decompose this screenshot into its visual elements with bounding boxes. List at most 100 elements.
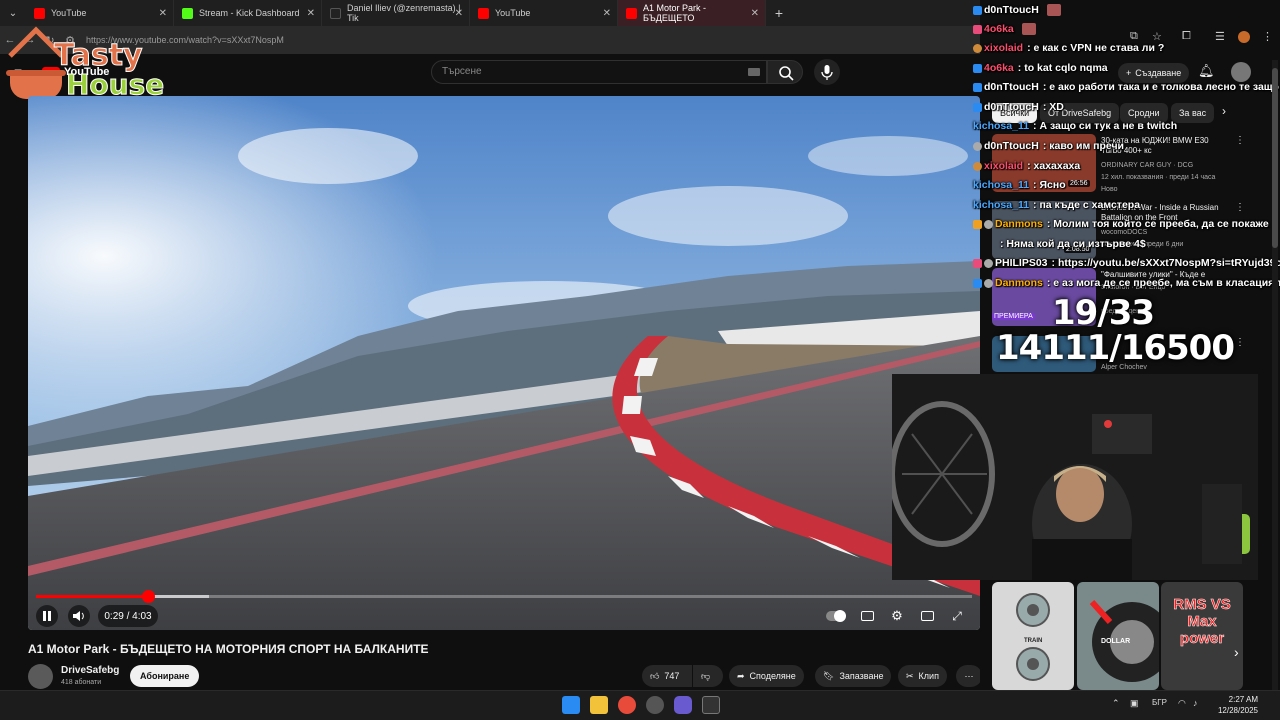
save-button[interactable]: 🔖︎ Запазване [815, 665, 892, 687]
youtube-favicon-icon [478, 7, 489, 19]
reco-more-icon[interactable]: ⋮ [1235, 135, 1245, 146]
chip-for-you[interactable]: За вас [1171, 103, 1215, 123]
chat-user: 4o6ka [984, 23, 1014, 35]
chevron-right-icon[interactable]: › [1234, 644, 1239, 660]
kebab-menu-icon[interactable]: ⋮ [1262, 30, 1273, 43]
keyboard-icon[interactable] [748, 68, 760, 76]
profile-avatar[interactable] [1238, 31, 1250, 43]
bell-icon[interactable]: 🔔︎ [1198, 63, 1215, 79]
more-horizontal-icon: ⋯ [964, 670, 974, 681]
channel-avatar[interactable] [28, 664, 53, 689]
subtitles-button[interactable] [856, 605, 878, 627]
fullscreen-button[interactable]: ⤢ [946, 605, 968, 627]
wifi-icon[interactable]: ◠ [1178, 698, 1186, 709]
language-indicator[interactable]: БГР [1152, 698, 1167, 707]
progress-bar[interactable] [36, 590, 972, 603]
voice-search-button[interactable] [814, 59, 840, 85]
volume-button[interactable] [68, 605, 90, 627]
miniplayer-button[interactable] [916, 605, 938, 627]
short-thumbnail[interactable]: TRAIN [992, 582, 1074, 690]
chat-message: d0nTtoucH: XD [973, 99, 1064, 115]
short-label: RMS VS Max power [1173, 596, 1231, 648]
channel-name[interactable]: DriveSafebg [61, 665, 119, 676]
close-tab-icon[interactable]: ✕ [307, 8, 315, 19]
chat-message: 4o6ka [973, 21, 1036, 37]
like-button[interactable]: 👍︎ 747 [642, 665, 692, 687]
extensions-icon[interactable]: ⧠ [1182, 30, 1191, 43]
file-explorer-icon[interactable] [590, 696, 608, 714]
browser-tab[interactable]: Stream - Kick Dashboard ✕ [174, 0, 322, 26]
share-button[interactable]: ➦ Споделяне [729, 665, 804, 687]
chat-text: : XD [1042, 101, 1064, 113]
chat-user: Danmons [995, 218, 1043, 230]
obs-icon[interactable] [646, 696, 664, 714]
tiktok-favicon-icon [330, 7, 341, 19]
more-actions-button[interactable]: ⋯ [956, 665, 982, 687]
video-player[interactable] [28, 96, 980, 630]
buffered-bar [148, 595, 210, 598]
badge-icon [984, 278, 993, 288]
emote-icon [1021, 23, 1036, 35]
discord-icon[interactable] [674, 696, 692, 714]
badge-icon [973, 278, 982, 288]
browser-tab[interactable]: YouTube ✕ [470, 0, 618, 26]
pause-button[interactable] [36, 605, 58, 627]
tire-icon [1089, 599, 1159, 682]
scrollbar-thumb[interactable] [1272, 68, 1278, 248]
speaker-icon[interactable]: ♪ [1193, 698, 1198, 708]
reco-new-badge: Ново [1101, 186, 1118, 193]
reco-more-icon[interactable]: ⋮ [1235, 337, 1245, 348]
dislike-button[interactable]: 👎︎ [693, 665, 723, 687]
search-input[interactable]: Търсене [431, 60, 767, 84]
menu-icon[interactable]: ☰ [1215, 30, 1225, 43]
subscribe-button[interactable]: Абониране [130, 665, 200, 687]
close-tab-icon[interactable]: ✕ [603, 8, 611, 19]
new-tab-button[interactable]: + [766, 5, 792, 21]
plus-icon: + [1126, 68, 1132, 78]
badge-icon [973, 24, 982, 34]
terminal-icon[interactable] [702, 696, 720, 714]
scrollbar[interactable] [1272, 60, 1278, 690]
chat-text: : каво им пречи [1042, 140, 1125, 152]
close-tab-icon[interactable]: ✕ [159, 8, 167, 19]
gear-icon: ⚙ [891, 608, 903, 623]
tab-label: YouTube [495, 8, 531, 18]
tasty-house-logo: Tasty House [4, 18, 179, 108]
taskbar-clock[interactable]: 2:27 AM 12/28/2025 [1208, 694, 1258, 716]
reco-views: 12 хил. показвания · преди 14 часа [1101, 174, 1216, 181]
badge-icon [973, 5, 982, 15]
tab-label: Daniel Iliev (@zenremasta) | Tik [347, 3, 461, 23]
time-display: 0:29 / 4:03 [98, 605, 158, 627]
chat-text: : to kat cqlo nqma [1017, 62, 1108, 74]
autoplay-toggle[interactable] [824, 605, 848, 627]
start-menu-icon[interactable] [562, 696, 580, 714]
reco-channel[interactable]: ORDINARY CAR GUY · DCG [1101, 162, 1241, 169]
counter-goal: 14111/16500 [996, 328, 1235, 368]
chat-message: xixolaid: е как с VPN не става ли ? [973, 40, 1164, 56]
search-button[interactable] [767, 60, 803, 84]
chat-text: : А защо си тук а не в twitch [1033, 120, 1178, 132]
close-tab-icon[interactable]: ✕ [455, 8, 463, 19]
badge-icon [984, 219, 993, 229]
clip-button[interactable]: ✂ Клип [898, 665, 947, 687]
short-thumbnail[interactable]: DOLLAR [1077, 582, 1159, 690]
volume-icon [73, 611, 84, 621]
tab-label: A1 Motor Park - БЪДЕЩЕТО [643, 3, 707, 23]
chat-text: : Няма кой да си изтърве 4$ [1000, 238, 1146, 250]
chrome-icon[interactable] [618, 696, 636, 714]
settings-button[interactable]: ⚙ [886, 605, 908, 627]
autoplay-toggle-icon [826, 610, 846, 622]
like-count: 747 [664, 671, 680, 681]
short-thumbnail[interactable]: RMS VS Max power [1161, 582, 1243, 690]
chat-message: xixolaid: хахахаха [973, 158, 1080, 174]
chevron-right-icon[interactable]: › [1222, 104, 1226, 118]
browser-tab[interactable]: Daniel Iliev (@zenremasta) | Tik ✕ [322, 0, 470, 26]
badge-icon [973, 82, 982, 92]
clock-date: 12/28/2025 [1217, 706, 1258, 715]
browser-tab-active[interactable]: A1 Motor Park - БЪДЕЩЕТО ✕ [618, 0, 766, 26]
tray-chevron-icon[interactable]: ⌃ [1112, 698, 1120, 709]
close-tab-icon[interactable]: ✕ [751, 8, 759, 19]
tray-app-icon[interactable]: ▣ [1130, 698, 1139, 709]
reco-more-icon[interactable]: ⋮ [1235, 202, 1245, 213]
chat-user: Danmons [995, 277, 1043, 289]
